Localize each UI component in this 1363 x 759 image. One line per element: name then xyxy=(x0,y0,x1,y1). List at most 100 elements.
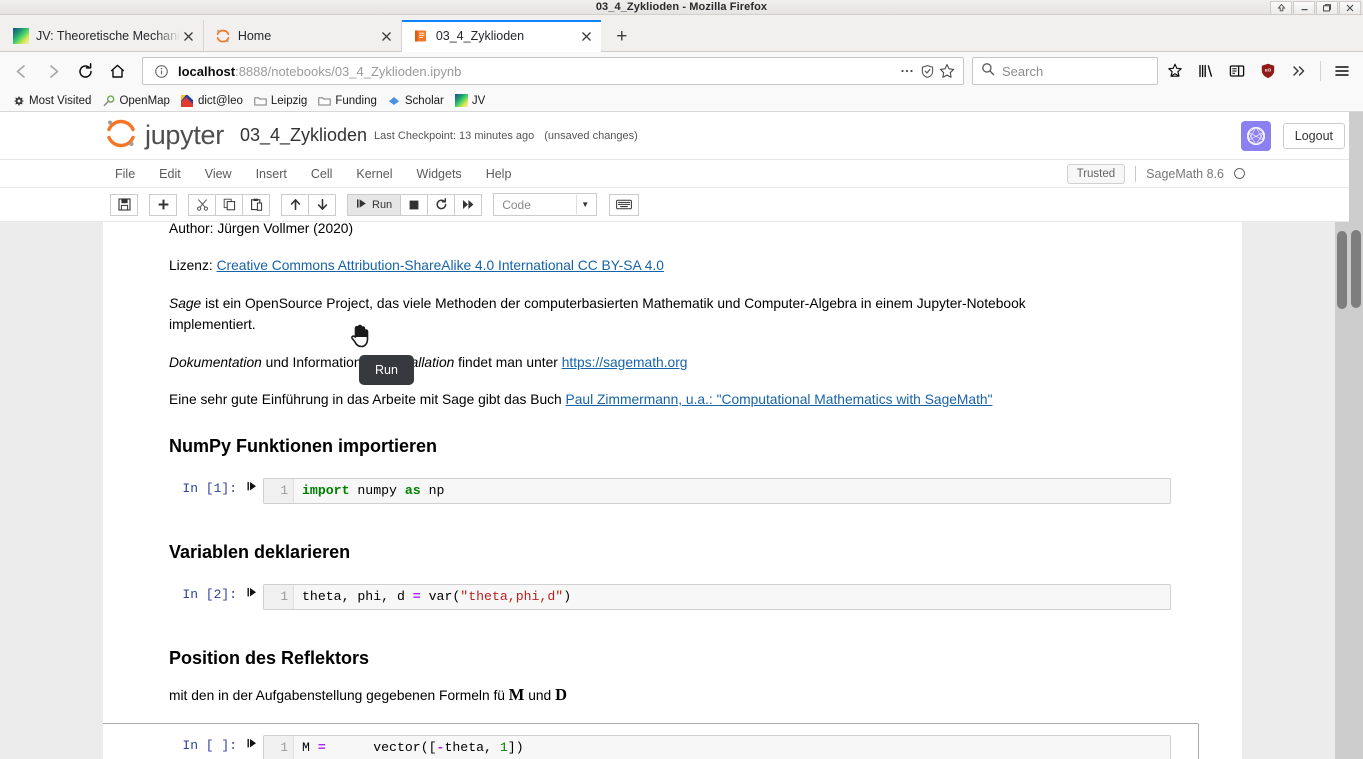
code-cell-1-source[interactable]: import numpy as np xyxy=(294,479,444,503)
menu-file[interactable]: File xyxy=(103,163,147,185)
menu-edit[interactable]: Edit xyxy=(147,163,193,185)
code-cell-3-selected[interactable]: In [ ]: 12 M = vector([-theta, 1]) D = d… xyxy=(103,722,1199,759)
run-play-bar-icon[interactable] xyxy=(241,478,263,495)
notebook-content: Author: Jürgen Vollmer (2020) Lizenz: Cr… xyxy=(103,222,1229,759)
chevron-down-icon[interactable]: ▼ xyxy=(576,195,593,214)
stop-square-icon[interactable] xyxy=(400,193,429,216)
home-button[interactable] xyxy=(102,56,132,86)
bookmark-openmap[interactable]: OpenMap xyxy=(98,93,174,108)
window-titlebar: 03_4_Zyklioden - Mozilla Firefox xyxy=(0,0,1363,15)
most-visited-star-icon xyxy=(12,94,25,107)
restart-circular-arrow-icon[interactable] xyxy=(427,193,456,216)
ellipsis-icon[interactable] xyxy=(897,60,917,82)
keyboard-icon[interactable] xyxy=(609,193,640,216)
code-cell-1-gutter: 1 xyxy=(264,479,294,504)
toolbar-group-clipboard xyxy=(188,193,270,216)
code-cell-3-editor[interactable]: 12 M = vector([-theta, 1]) D = d * vecto… xyxy=(263,734,1171,759)
fast-forward-icon[interactable] xyxy=(454,193,483,216)
copy-icon[interactable] xyxy=(215,193,243,216)
forward-button[interactable] xyxy=(38,56,68,86)
run-play-bar-icon[interactable] xyxy=(241,735,263,752)
sagemath-icon[interactable] xyxy=(1240,120,1271,151)
notebook-inner-scrollbar[interactable] xyxy=(1335,222,1349,759)
license-label: Lizenz: xyxy=(169,258,217,274)
markdown-buch-paragraph: Eine sehr gute Einführung in das Arbeite… xyxy=(169,389,1069,410)
menu-kernel[interactable]: Kernel xyxy=(344,163,404,185)
code-cell-1-editor[interactable]: 1 import numpy as np xyxy=(263,478,1171,505)
browser-tab-1-close-icon[interactable] xyxy=(378,28,395,45)
menu-view[interactable]: View xyxy=(193,163,244,185)
bookmark-most-visited[interactable]: Most Visited xyxy=(8,93,95,108)
sidebar-icon[interactable] xyxy=(1222,56,1252,86)
browser-tab-0[interactable]: JV: Theoretische Mechani xyxy=(2,20,204,52)
library-icon[interactable] xyxy=(1191,56,1221,86)
back-button[interactable] xyxy=(6,56,36,86)
jupyter-logo[interactable]: jupyter xyxy=(103,115,224,156)
doku-mid2: findet man unter xyxy=(454,354,562,370)
sage-text: ist ein OpenSource Project, das viele Me… xyxy=(169,295,1026,333)
jupyter-header: jupyter 03_4_Zyklioden Last Checkpoint: … xyxy=(0,112,1363,160)
page-scrollbar-thumb[interactable] xyxy=(1351,230,1361,308)
zimmermann-book-link[interactable]: Paul Zimmermann, u.a.: "Computational Ma… xyxy=(566,392,993,407)
chevron-double-right-icon[interactable] xyxy=(1284,56,1314,86)
menu-cell[interactable]: Cell xyxy=(299,163,345,185)
logout-button[interactable]: Logout xyxy=(1282,122,1345,149)
pocket-star-icon[interactable] xyxy=(1160,56,1190,86)
search-input[interactable]: Search xyxy=(1002,64,1043,79)
license-link[interactable]: Creative Commons Attribution-ShareAlike … xyxy=(217,258,664,273)
plus-icon[interactable] xyxy=(149,193,177,216)
code-cell-1-prompt: In [1]: xyxy=(182,481,237,497)
new-tab-button[interactable]: + xyxy=(605,22,639,52)
menu-help[interactable]: Help xyxy=(474,163,524,185)
sagemath-org-link[interactable]: https://sagemath.org xyxy=(562,355,688,370)
trusted-badge[interactable]: Trusted xyxy=(1066,163,1126,184)
bookmark-jv[interactable]: JV xyxy=(451,93,489,108)
arrow-up-icon[interactable] xyxy=(281,193,309,216)
browser-navigation-toolbar: localhost:8888/notebooks/03_4_Zyklioden.… xyxy=(0,52,1363,90)
scholar-diamond-icon xyxy=(388,94,401,107)
star-outline-icon[interactable] xyxy=(937,60,957,82)
reload-button[interactable] xyxy=(70,56,100,86)
notebook-name[interactable]: 03_4_Zyklioden xyxy=(240,125,367,146)
run-button[interactable]: Run xyxy=(347,193,402,216)
browser-tab-2-close-icon[interactable] xyxy=(578,28,595,45)
ublock-shield-icon[interactable]: uO xyxy=(1253,56,1283,86)
browser-tab-0-close-icon[interactable] xyxy=(180,28,197,45)
paste-icon[interactable] xyxy=(242,193,270,216)
arrow-down-icon[interactable] xyxy=(308,193,336,216)
code-cell-2-source[interactable]: theta, phi, d = var("theta,phi,d") xyxy=(294,585,571,609)
cell-type-select[interactable]: Code ▼ xyxy=(493,193,598,216)
code-cell-2-editor[interactable]: 1 theta, phi, d = var("theta,phi,d") xyxy=(263,584,1171,611)
menu-insert[interactable]: Insert xyxy=(244,163,299,185)
notebook-scroll-area[interactable]: Author: Jürgen Vollmer (2020) Lizenz: Cr… xyxy=(0,222,1363,759)
page-scrollbar[interactable] xyxy=(1349,112,1363,759)
info-circle-icon[interactable] xyxy=(151,60,171,82)
bookmark-funding-label: Funding xyxy=(335,94,377,107)
code-cell-2[interactable]: In [2]: 1 theta, phi, d = var("theta,phi… xyxy=(169,579,1229,615)
menu-widgets[interactable]: Widgets xyxy=(405,163,474,185)
scissors-icon[interactable] xyxy=(188,193,216,216)
run-play-bar-icon[interactable] xyxy=(241,584,263,601)
browser-tab-2[interactable]: 03_4_Zyklioden xyxy=(401,20,601,52)
window-restore-up-button[interactable] xyxy=(1270,0,1292,15)
bookmark-leipzig[interactable]: Leipzig xyxy=(250,93,311,108)
jupyter-logo-icon xyxy=(103,115,139,156)
window-minimize-button[interactable] xyxy=(1293,0,1315,15)
bookmark-funding[interactable]: Funding xyxy=(314,93,381,108)
hamburger-menu-icon[interactable] xyxy=(1327,56,1357,86)
bookmark-scholar[interactable]: Scholar xyxy=(384,93,448,108)
jupyter-kernel-indicator-group: Trusted SageMath 8.6 xyxy=(1066,163,1353,184)
markdown-formeln-line: mit den in der Aufgabenstellung gegebene… xyxy=(169,682,1069,708)
browser-tab-1[interactable]: Home xyxy=(204,20,402,52)
floppy-disk-icon[interactable] xyxy=(110,193,138,216)
notebook-container: Author: Jürgen Vollmer (2020) Lizenz: Cr… xyxy=(103,222,1242,759)
code-cell-1[interactable]: In [1]: 1 import numpy as np xyxy=(169,473,1229,509)
window-close-button[interactable] xyxy=(1339,0,1361,15)
search-bar[interactable]: Search xyxy=(972,57,1158,85)
shield-icon[interactable] xyxy=(917,60,937,82)
code-cell-3-source[interactable]: M = vector([-theta, 1]) D = d * vector([… xyxy=(294,736,698,759)
notebook-inner-scrollbar-thumb[interactable] xyxy=(1337,231,1347,309)
window-maximize-button[interactable] xyxy=(1316,0,1338,15)
url-bar[interactable]: localhost:8888/notebooks/03_4_Zyklioden.… xyxy=(142,57,964,85)
bookmark-dict-leo[interactable]: dict@leo xyxy=(177,93,247,108)
